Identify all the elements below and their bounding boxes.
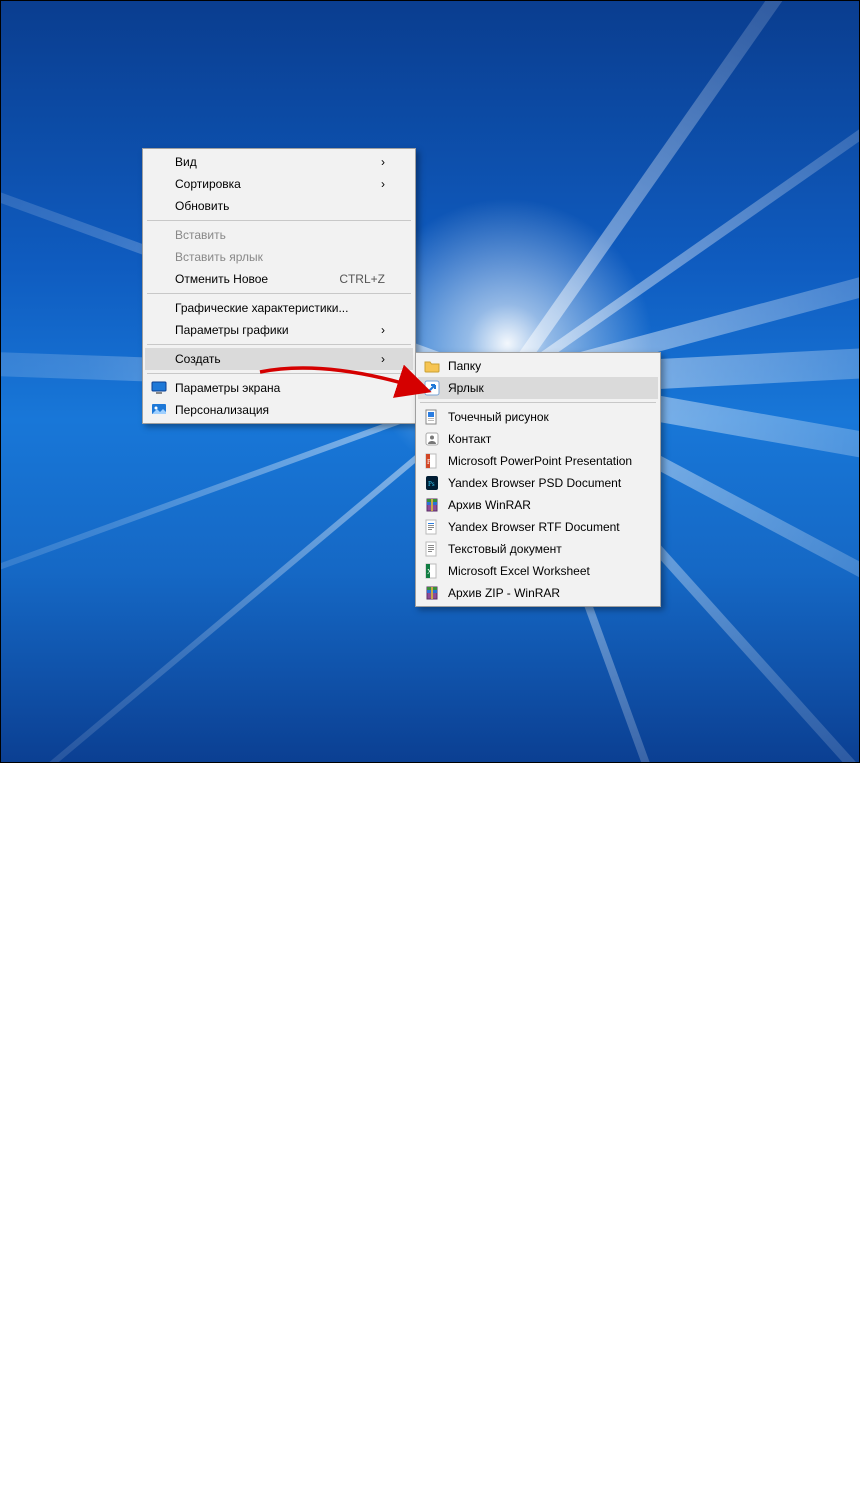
create-submenu-item-3[interactable]: Точечный рисунок — [418, 406, 658, 428]
create-submenu-item-1[interactable]: Ярлык — [418, 377, 658, 399]
desktop-menu-item-label: Отменить Новое — [175, 272, 309, 286]
personalize-icon — [151, 402, 167, 418]
create-submenu-item-label: Точечный рисунок — [448, 410, 630, 424]
create-submenu: Папку Ярлык Точечный рисунок Контакт P Micros… — [415, 352, 661, 607]
pptx-icon: P — [424, 453, 440, 469]
svg-text:X: X — [427, 568, 432, 576]
desktop-menu-item-label: Параметры графики — [175, 323, 375, 337]
create-submenu-item-label: Microsoft Excel Worksheet — [448, 564, 630, 578]
zip-icon — [424, 585, 440, 601]
desktop-menu-separator — [147, 220, 411, 221]
desktop-menu-item-2[interactable]: Обновить — [145, 195, 413, 217]
desktop-menu-item-label: Вид — [175, 155, 375, 169]
desktop-menu-item-14[interactable]: Персонализация — [145, 399, 413, 421]
desktop-menu-item-9[interactable]: Параметры графики› — [145, 319, 413, 341]
create-submenu-item-8[interactable]: Yandex Browser RTF Document — [418, 516, 658, 538]
svg-text:P: P — [427, 458, 431, 466]
desktop-menu-item-label: Создать — [175, 352, 375, 366]
folder-icon — [424, 358, 440, 374]
desktop-menu-item-label: Обновить — [175, 199, 385, 213]
desktop-menu-item-4: Вставить — [145, 224, 413, 246]
xlsx-icon: X — [424, 563, 440, 579]
shortcut-icon — [424, 380, 440, 396]
create-submenu-item-label: Yandex Browser PSD Document — [448, 476, 630, 490]
create-submenu-item-4[interactable]: Контакт — [418, 428, 658, 450]
create-submenu-item-7[interactable]: Архив WinRAR — [418, 494, 658, 516]
submenu-arrow-icon: › — [375, 352, 385, 366]
create-submenu-item-11[interactable]: Архив ZIP - WinRAR — [418, 582, 658, 604]
contact-icon — [424, 431, 440, 447]
desktop-context-menu: Вид›Сортировка›ОбновитьВставитьВставить … — [142, 148, 416, 424]
desktop-menu-item-1[interactable]: Сортировка› — [145, 173, 413, 195]
create-submenu-item-label: Архив ZIP - WinRAR — [448, 586, 630, 600]
rar-icon — [424, 497, 440, 513]
create-submenu-item-6[interactable]: Ps Yandex Browser PSD Document — [418, 472, 658, 494]
desktop-menu-item-label: Сортировка — [175, 177, 375, 191]
create-submenu-item-10[interactable]: X Microsoft Excel Worksheet — [418, 560, 658, 582]
create-submenu-item-label: Контакт — [448, 432, 630, 446]
desktop-menu-item-13[interactable]: Параметры экрана — [145, 377, 413, 399]
menu-accelerator: CTRL+Z — [309, 272, 385, 286]
desktop-menu-item-label: Вставить ярлык — [175, 250, 385, 264]
desktop-menu-separator — [147, 293, 411, 294]
create-submenu-separator — [420, 402, 656, 403]
display-icon — [151, 380, 167, 396]
create-submenu-item-label: Ярлык — [448, 381, 630, 395]
create-submenu-item-label: Текстовый документ — [448, 542, 630, 556]
desktop-menu-item-11[interactable]: Создать› — [145, 348, 413, 370]
create-submenu-item-label: Microsoft PowerPoint Presentation — [448, 454, 632, 468]
submenu-arrow-icon: › — [375, 155, 385, 169]
desktop-menu-item-label: Вставить — [175, 228, 385, 242]
desktop-menu-item-label: Параметры экрана — [175, 381, 385, 395]
create-submenu-item-9[interactable]: Текстовый документ — [418, 538, 658, 560]
submenu-arrow-icon: › — [375, 177, 385, 191]
desktop-menu-separator — [147, 344, 411, 345]
desktop-menu-item-6[interactable]: Отменить НовоеCTRL+Z — [145, 268, 413, 290]
create-submenu-item-label: Папку — [448, 359, 630, 373]
submenu-arrow-icon: › — [375, 323, 385, 337]
desktop-menu-separator — [147, 373, 411, 374]
create-submenu-item-label: Архив WinRAR — [448, 498, 630, 512]
desktop-menu-item-label: Персонализация — [175, 403, 385, 417]
desktop-menu-item-8[interactable]: Графические характеристики... — [145, 297, 413, 319]
psd-icon: Ps — [424, 475, 440, 491]
desktop-menu-item-5: Вставить ярлык — [145, 246, 413, 268]
create-submenu-item-5[interactable]: P Microsoft PowerPoint Presentation — [418, 450, 658, 472]
desktop-menu-item-0[interactable]: Вид› — [145, 151, 413, 173]
desktop-menu-item-label: Графические характеристики... — [175, 301, 385, 315]
txt-icon — [424, 541, 440, 557]
svg-text:Ps: Ps — [428, 480, 435, 488]
bitmap-icon — [424, 409, 440, 425]
rtf-icon — [424, 519, 440, 535]
create-submenu-item-0[interactable]: Папку — [418, 355, 658, 377]
create-submenu-item-label: Yandex Browser RTF Document — [448, 520, 630, 534]
